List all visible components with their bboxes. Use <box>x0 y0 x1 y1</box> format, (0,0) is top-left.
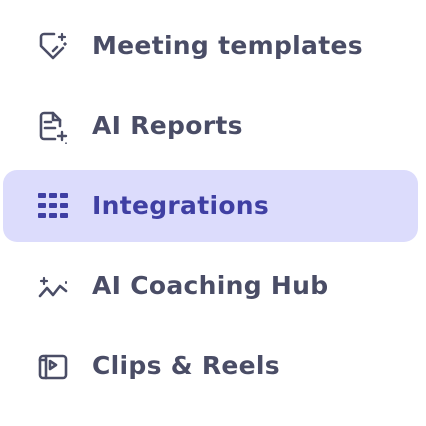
sidebar-item-label: AI Reports <box>92 110 243 140</box>
sidebar-nav: Meeting templates AI Reports Integration… <box>0 10 426 410</box>
report-sparkle-icon <box>35 108 71 144</box>
template-sparkle-icon <box>35 28 71 64</box>
clips-video-icon <box>35 348 71 384</box>
sidebar-item-label: Integrations <box>92 190 270 220</box>
coaching-trend-icon <box>35 268 71 304</box>
sidebar-item-meeting-templates[interactable]: Meeting templates <box>3 10 418 82</box>
sidebar-item-label: AI Coaching Hub <box>92 270 329 300</box>
sidebar-item-clips-reels[interactable]: Clips & Reels <box>3 330 418 402</box>
grid-icon <box>35 188 71 224</box>
sidebar-item-ai-reports[interactable]: AI Reports <box>3 90 418 162</box>
sidebar-item-label: Meeting templates <box>92 30 363 60</box>
sidebar-item-integrations[interactable]: Integrations <box>3 170 418 242</box>
sidebar-item-ai-coaching-hub[interactable]: AI Coaching Hub <box>3 250 418 322</box>
sidebar-item-label: Clips & Reels <box>92 350 280 380</box>
